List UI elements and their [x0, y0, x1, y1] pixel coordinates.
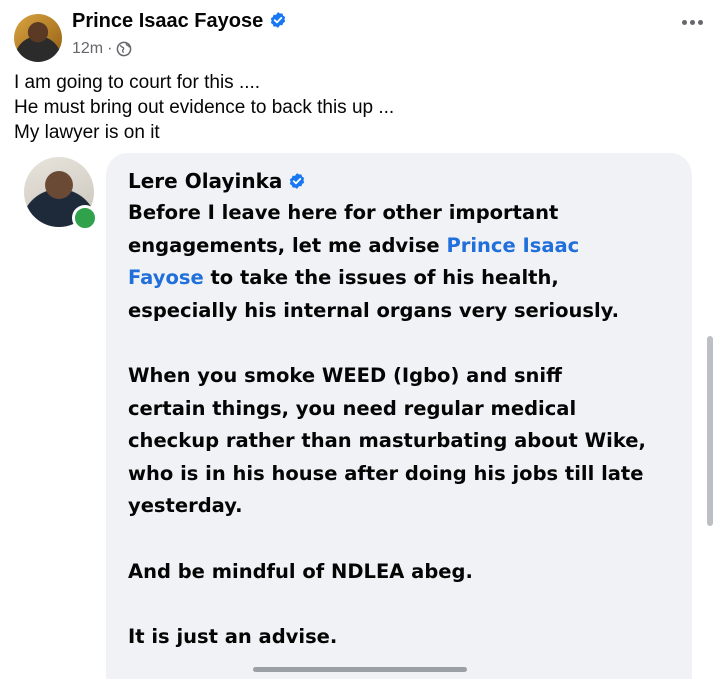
meta-separator: ·: [107, 40, 113, 57]
globe-icon[interactable]: [116, 41, 132, 57]
mention-link[interactable]: Fayose: [128, 266, 204, 289]
comment-bubble: Lere Olayinka Before I leave here for ot…: [106, 153, 692, 679]
comment-line-text: engagements, let me advise: [128, 233, 447, 257]
verified-badge-icon: [271, 12, 286, 28]
post-time[interactable]: 12m: [72, 40, 103, 58]
commenter-name-link[interactable]: Lere Olayinka: [128, 169, 306, 193]
verified-badge-icon: [290, 173, 305, 189]
comment-line: Fayose to take the issues of his health,: [128, 262, 688, 295]
mention-link[interactable]: Prince Isaac: [446, 234, 579, 257]
post-text: I am going to court for this .... He mus…: [14, 70, 704, 145]
online-status-icon: [72, 205, 98, 231]
post-header: Prince Isaac Fayose 12m ·: [0, 0, 720, 66]
comment-line: certain things, you need regular medical: [128, 396, 577, 420]
post-text-line: I am going to court for this ....: [14, 72, 261, 93]
more-options-icon-dot: [689, 19, 695, 25]
comment-text: Before I leave here for other important …: [128, 197, 688, 653]
author-name-link[interactable]: Prince Isaac Fayose: [72, 10, 287, 33]
author-avatar[interactable]: [14, 14, 62, 62]
author-name[interactable]: Prince Isaac Fayose: [72, 10, 263, 32]
post-text-line: My lawyer is on it: [14, 122, 160, 143]
scrollbar-thumb[interactable]: [707, 336, 713, 526]
home-indicator[interactable]: [253, 667, 467, 672]
comment-line: When you smoke WEED (Igbo) and sniff: [128, 363, 562, 387]
comment-line: especially his internal organs very seri…: [128, 298, 619, 322]
more-options-button[interactable]: [676, 8, 708, 36]
comment-line: Before I leave here for other important: [128, 201, 559, 224]
comment-line: yesterday.: [128, 494, 243, 518]
comment-line: It is just an advise.: [128, 624, 338, 648]
post-meta: 12m ·: [72, 40, 132, 58]
comment-line: engagements, let me advise Prince Isaac: [128, 230, 688, 263]
comment-line: And be mindful of NDLEA abeg.: [128, 559, 473, 583]
more-options-icon-dot: [697, 19, 703, 25]
more-options-icon: [681, 19, 687, 25]
comment: Lere Olayinka Before I leave here for ot…: [0, 153, 720, 679]
commenter-name[interactable]: Lere Olayinka: [128, 169, 282, 193]
post-text-line: He must bring out evidence to back this …: [14, 97, 395, 118]
comment-line: who is in his house after doing his jobs…: [128, 461, 644, 485]
comment-line: checkup rather than masturbating about W…: [128, 429, 646, 453]
comment-line-text: to take the issues of his health,: [203, 266, 559, 290]
